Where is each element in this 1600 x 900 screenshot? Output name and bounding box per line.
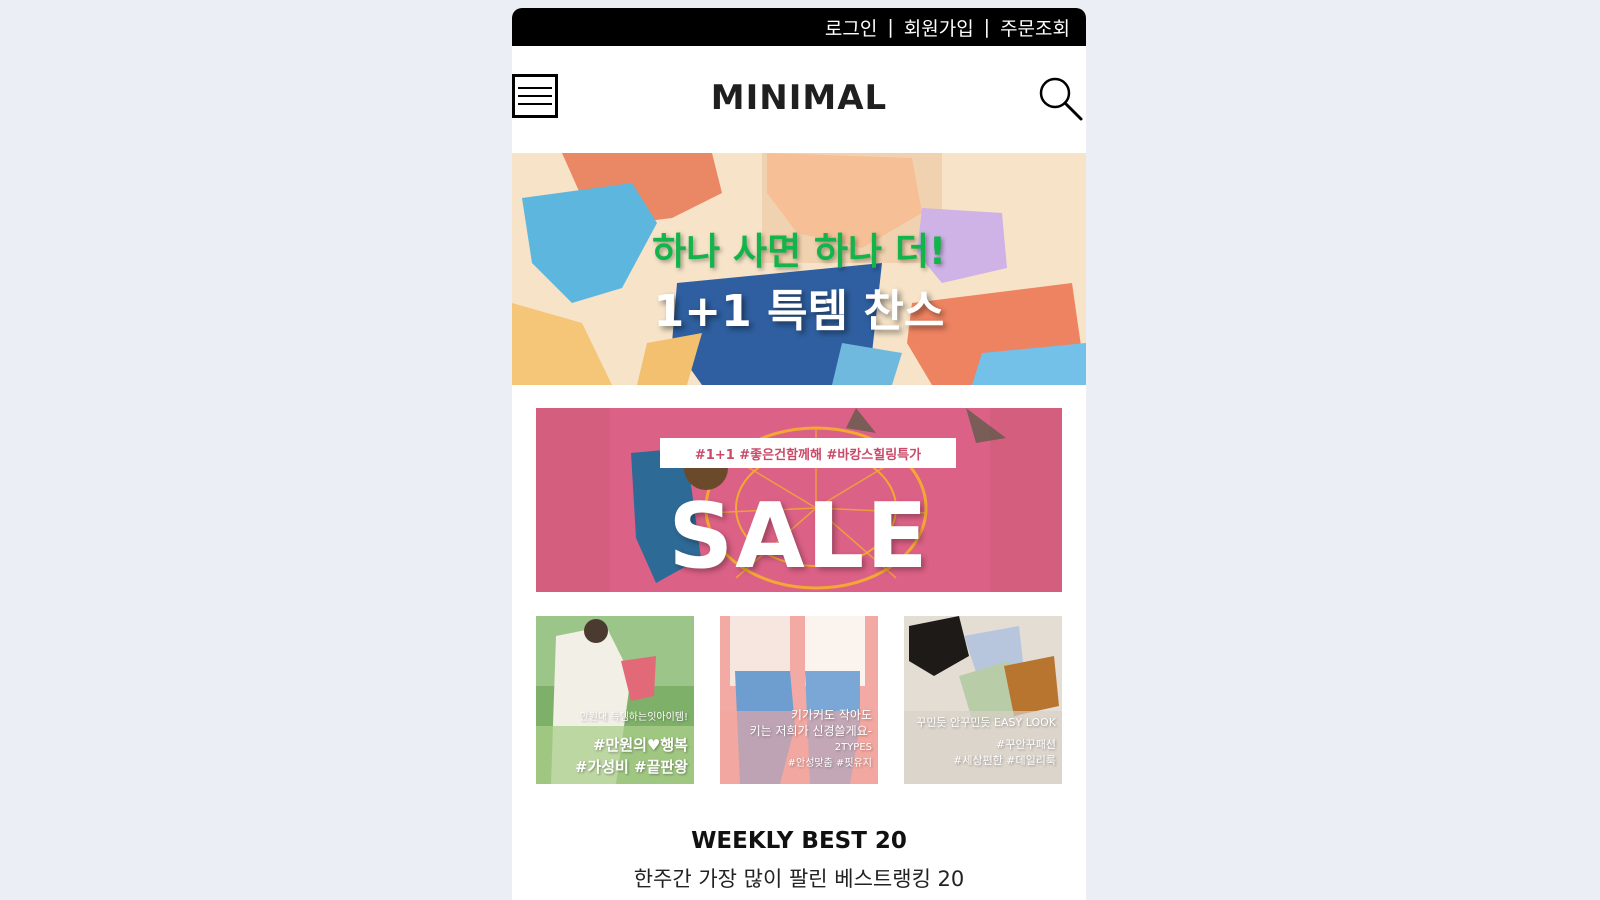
promo-thumbnail[interactable]: 키가커도 작아도 키는 저희가 신경쓸게요- 2TYPES #안성맞춤 #핏유지 xyxy=(720,616,878,784)
thumbnail-caption: #꾸안꾸패션 xyxy=(996,738,1056,751)
hero-subheadline: 1+1 특템 찬스 xyxy=(653,286,945,337)
weekly-best-title: WEEKLY BEST 20 xyxy=(691,828,907,854)
hero-banner[interactable]: 하나 사면 하나 더! 1+1 특템 찬스 xyxy=(512,153,1086,385)
thumbnail-caption: 만원대 득템하는잇아이템! xyxy=(579,712,688,723)
thumbnail-caption: #세상편한 #데일리룩 xyxy=(953,754,1056,767)
thumbnail-caption: 키가커도 작아도 xyxy=(790,708,872,722)
sale-hashtags: #1+1 #좋은건함께해 #바캉스힐링특가 xyxy=(660,438,956,468)
thumbnail-caption: #만원의♥행복 xyxy=(592,736,688,754)
thumbnail-caption: #가성비 #끝판왕 xyxy=(574,758,688,776)
weekly-best-subtitle: 한주간 가장 많이 팔린 베스트랭킹 20 xyxy=(633,867,965,891)
hero-headline: 하나 사면 하나 더! xyxy=(652,230,946,273)
thumbnail-caption: 꾸민듯 안꾸민듯 EASY LOOK xyxy=(916,716,1056,729)
site-logo[interactable]: MINIMAL xyxy=(512,78,1086,118)
promo-thumbnail[interactable]: 꾸민듯 안꾸민듯 EASY LOOK #꾸안꾸패션 #세상편한 #데일리룩 xyxy=(904,616,1062,784)
separator: | xyxy=(983,16,991,38)
site-header: MINIMAL xyxy=(512,46,1086,153)
sale-title: SALE xyxy=(668,484,930,589)
thumbnail-caption: #안성맞춤 #핏유지 xyxy=(787,758,872,769)
promo-thumbnails: 만원대 득템하는잇아이템! #만원의♥행복 #가성비 #끝판왕 키가커도 작아도… xyxy=(536,616,1062,784)
signup-link[interactable]: 회원가입 xyxy=(904,14,974,41)
separator: | xyxy=(887,16,894,38)
search-icon[interactable] xyxy=(1036,74,1084,122)
mobile-page: 로그인 | 회원가입 | 주문조회 MINIMAL 하나 사면 하나 더! 1+… xyxy=(512,8,1086,900)
top-utility-bar: 로그인 | 회원가입 | 주문조회 xyxy=(512,8,1086,46)
sale-banner[interactable]: #1+1 #좋은건함께해 #바캉스힐링특가 SALE xyxy=(536,408,1062,592)
login-link[interactable]: 로그인 xyxy=(825,14,877,41)
thumbnail-caption: 2TYPES xyxy=(834,742,872,753)
thumbnail-caption: 키는 저희가 신경쓸게요- xyxy=(749,724,872,738)
order-lookup-link[interactable]: 주문조회 xyxy=(1000,14,1070,41)
promo-thumbnail[interactable]: 만원대 득템하는잇아이템! #만원의♥행복 #가성비 #끝판왕 xyxy=(536,616,694,784)
